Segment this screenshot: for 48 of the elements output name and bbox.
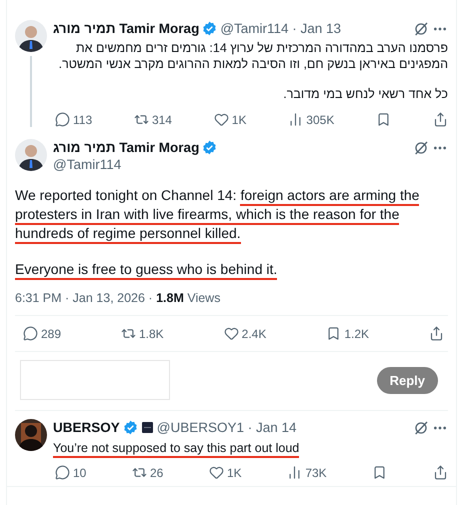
author-name[interactable]: תמיר מורג Tamir Morag: [53, 139, 200, 156]
repost-button[interactable]: 26: [132, 465, 164, 480]
share-icon[interactable]: [432, 112, 448, 127]
author-handle[interactable]: @Tamir114: [53, 157, 122, 172]
repost-button[interactable]: 314: [134, 112, 172, 127]
slashed-circle-icon[interactable]: [413, 140, 429, 156]
avatar[interactable]: [15, 419, 47, 451]
like-button[interactable]: 1K: [209, 465, 242, 480]
share-icon[interactable]: [428, 326, 444, 341]
author-handle-and-date[interactable]: @UBERSOY1 · Jan 14: [156, 419, 297, 436]
like-icon: [224, 326, 239, 341]
reply-button[interactable]: 113: [55, 112, 92, 127]
avatar[interactable]: [15, 20, 47, 52]
bookmark-button[interactable]: 1.2K: [326, 326, 369, 341]
like-button[interactable]: 1K: [214, 112, 246, 127]
reply-icon: [55, 112, 70, 127]
like-icon: [214, 112, 229, 127]
author-name[interactable]: תמיר מורג Tamir Morag: [53, 20, 200, 37]
repost-icon: [132, 465, 147, 480]
tweet-text: Everyone is free to guess who is behind it.: [15, 260, 448, 279]
bar-chart-icon: [288, 112, 304, 127]
tweet-text: We reported tonight on Channel 14: foreign actors are arming the protesters in Iran with live firearms, which is the reason for the hundreds of regime personnel killed.: [15, 186, 448, 243]
repost-icon: [121, 326, 136, 341]
tweet-text: פרסמנו הערב במהדורה המרכזית של ערוץ 14: גורמים זרים מחמשים את המפגינים באיראן בנשק חם, וזו הסיבה למאות ההרוגים מקרב אנשי המשטר.: [58, 40, 448, 72]
avatar[interactable]: [15, 139, 47, 171]
like-button[interactable]: 2.4K: [224, 326, 266, 341]
reply-button[interactable]: 289: [23, 326, 62, 341]
slashed-circle-icon[interactable]: [413, 20, 429, 36]
reply-icon: [23, 326, 38, 341]
post-timestamp: 6:31 PM · Jan 13, 2026 · 1.8M Views: [15, 291, 448, 316]
views-button[interactable]: 305K: [288, 112, 334, 127]
slashed-circle-icon[interactable]: [413, 420, 429, 436]
views-button[interactable]: 73K: [287, 465, 327, 480]
reply-icon: [55, 465, 70, 480]
repost-button[interactable]: 1.8K: [121, 326, 164, 341]
like-icon: [209, 465, 224, 480]
author-name[interactable]: UBERSOY: [53, 419, 120, 436]
tweet-text: You’re not supposed to say this part out loud: [53, 440, 448, 456]
author-handle-and-date[interactable]: @Tamir114 · Jan 13: [220, 20, 342, 37]
bookmark-icon[interactable]: [372, 465, 388, 480]
share-icon[interactable]: [432, 465, 448, 480]
repost-icon: [134, 112, 149, 127]
reply-field[interactable]: [20, 360, 170, 400]
tweet-text: כל אחד רשאי לנחש במי מדובר.: [282, 86, 448, 102]
bookmark-icon[interactable]: [376, 112, 392, 127]
reply-button[interactable]: 10: [55, 465, 86, 480]
bar-chart-icon: [287, 465, 302, 480]
bookmark-icon: [326, 326, 342, 341]
